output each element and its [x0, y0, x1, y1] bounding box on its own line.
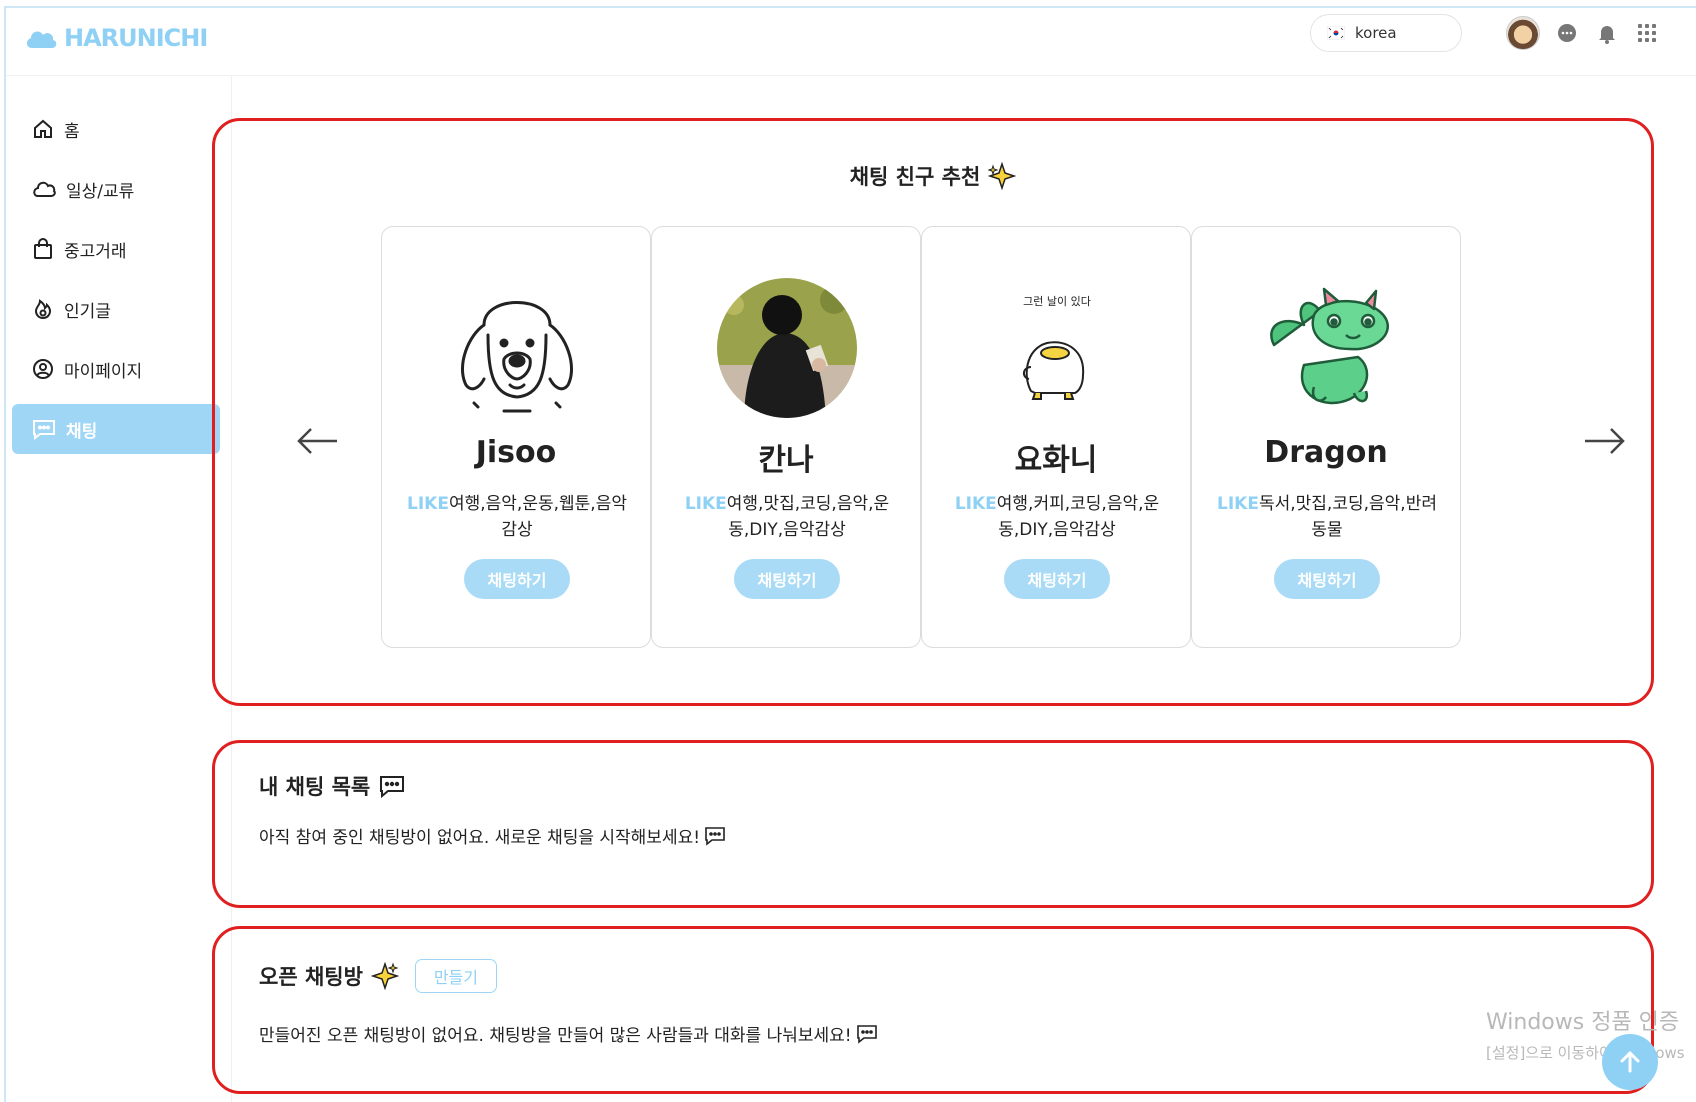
dragon-illustration	[1270, 287, 1389, 405]
friend-name: Dragon	[1264, 435, 1388, 470]
sidebar-item-label: 인기글	[64, 301, 111, 322]
friend-name: Jisoo	[475, 435, 557, 470]
brand-logo[interactable]: HARUNICHI	[24, 24, 208, 52]
duck-doodle-image: 그런 날이 있다	[984, 275, 1130, 421]
start-chat-button[interactable]: 채팅하기	[464, 559, 570, 599]
chat-outline-icon	[380, 776, 405, 798]
start-chat-button[interactable]: 채팅하기	[734, 559, 840, 599]
dog-illustration	[461, 301, 573, 413]
scroll-to-top-button[interactable]	[1602, 1034, 1658, 1090]
chat-icon	[33, 420, 55, 440]
sidebar-item-home[interactable]: 홈	[12, 104, 220, 154]
my-chats-title: 내 채팅 목록	[259, 771, 406, 801]
profile-image: 그런 날이 있다	[984, 275, 1130, 421]
sparkle-icon	[988, 162, 1017, 190]
friend-card[interactable]: Jisoo LIKE여행,음악,운동,웹툰,음악감상 채팅하기	[381, 226, 651, 648]
profile-image	[444, 275, 590, 421]
profile-image	[1254, 275, 1400, 421]
sparkle-icon	[370, 962, 399, 990]
shopping-bag-icon	[34, 238, 52, 259]
chat-bubble-icon[interactable]	[1554, 20, 1580, 46]
brand-name: HARUNICHI	[64, 24, 208, 52]
sidebar-item-market[interactable]: 중고거래	[12, 224, 220, 274]
home-icon	[34, 119, 52, 138]
start-chat-button[interactable]: 채팅하기	[1004, 559, 1110, 599]
user-circle-icon	[33, 359, 53, 379]
friend-interests: LIKE독서,맛집,코딩,음악,반려동물	[1217, 494, 1437, 540]
friend-name: 칸나	[758, 443, 814, 478]
friend-interests: LIKE여행,음악,운동,웹툰,음악감상	[407, 494, 627, 540]
open-chats-title: 오픈 채팅방 만들기	[259, 959, 497, 993]
sidebar: 홈 일상/교류 중고거래 인기글 마이페이지 채팅	[6, 76, 232, 1102]
recommend-section: 채팅 친구 추천 Jisoo LIKE여행,음악,운동,웹툰,음악감상 채팅하기…	[212, 118, 1654, 706]
fire-icon	[34, 299, 52, 320]
friend-interests: LIKE여행,맛집,코딩,음악,운동,DIY,음악감상	[684, 494, 890, 540]
sidebar-item-label: 중고거래	[64, 241, 127, 262]
open-chats-section: 오픈 채팅방 만들기 만들어진 오픈 채팅방이 없어요. 채팅방을 만들어 많은…	[212, 926, 1654, 1094]
sidebar-item-popular[interactable]: 인기글	[12, 284, 220, 334]
arrow-right-icon	[1585, 428, 1625, 454]
sidebar-item-label: 마이페이지	[64, 361, 143, 382]
profile-image	[714, 275, 860, 421]
recommend-title: 채팅 친구 추천	[215, 161, 1651, 191]
sidebar-item-chat[interactable]: 채팅	[12, 404, 220, 454]
my-chats-section: 내 채팅 목록 아직 참여 중인 채팅방이 없어요. 새로운 채팅을 시작해보세…	[212, 740, 1654, 908]
sidebar-item-mypage[interactable]: 마이페이지	[12, 344, 220, 394]
friend-name: 요화니	[1014, 443, 1098, 478]
friend-card[interactable]: 칸나 LIKE여행,맛집,코딩,음악,운동,DIY,음악감상 채팅하기	[651, 226, 921, 648]
korea-flag-icon	[1327, 26, 1345, 40]
friend-interests: LIKE여행,커피,코딩,음악,운동,DIY,음악감상	[954, 494, 1160, 540]
chat-outline-icon	[705, 826, 725, 846]
create-open-chat-button[interactable]: 만들기	[414, 959, 497, 993]
chat-outline-icon	[856, 1024, 877, 1044]
start-chat-button[interactable]: 채팅하기	[1274, 559, 1380, 599]
friend-card[interactable]: Dragon LIKE독서,맛집,코딩,음악,반려동물 채팅하기	[1191, 226, 1461, 648]
cloud-logo-icon	[26, 31, 57, 48]
avatar[interactable]	[1506, 16, 1540, 50]
duck-illustration	[1023, 341, 1085, 400]
sidebar-item-label: 채팅	[66, 421, 98, 442]
apps-grid-icon[interactable]	[1634, 20, 1660, 46]
carousel-next-button[interactable]	[1579, 421, 1629, 461]
top-header: HARUNICHI korea	[6, 8, 1696, 76]
friend-card[interactable]: 그런 날이 있다 요화니 LIKE여행,커피,코딩,음악,운동,DIY,음악감상…	[921, 226, 1191, 648]
language-label: korea	[1355, 24, 1397, 42]
bell-icon[interactable]	[1594, 20, 1620, 46]
image-caption: 그런 날이 있다	[1023, 295, 1091, 308]
sidebar-item-label: 일상/교류	[66, 181, 135, 202]
person-photo-image	[717, 278, 857, 418]
language-selector[interactable]: korea	[1310, 14, 1462, 52]
arrow-left-icon	[297, 428, 337, 454]
header-icons	[1506, 16, 1660, 50]
sidebar-item-label: 홈	[64, 121, 80, 142]
cloud-icon	[33, 181, 56, 197]
carousel-prev-button[interactable]	[293, 421, 343, 461]
open-chats-empty-message: 만들어진 오픈 채팅방이 없어요. 채팅방을 만들어 많은 사람들과 대화를 나…	[259, 1021, 878, 1046]
sidebar-item-daily[interactable]: 일상/교류	[12, 164, 220, 214]
arrow-up-icon	[1620, 1050, 1640, 1073]
my-chats-empty-message: 아직 참여 중인 채팅방이 없어요. 새로운 채팅을 시작해보세요!	[259, 823, 726, 848]
